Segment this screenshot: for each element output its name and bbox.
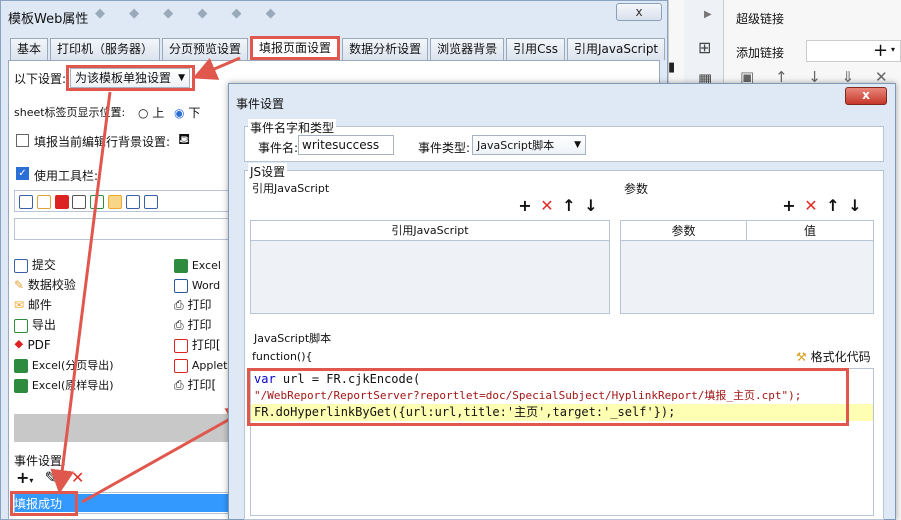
script-label: JavaScript脚本 bbox=[254, 332, 332, 345]
move-down-icon[interactable]: ↓ bbox=[844, 196, 866, 215]
event-type-value: JavaScript脚本 bbox=[477, 139, 555, 152]
move-up-icon[interactable]: ↑ bbox=[822, 196, 844, 215]
function-header: function(){ bbox=[252, 350, 313, 363]
arrow-tab-to-combo bbox=[192, 56, 241, 80]
event-name-field[interactable]: writesuccess bbox=[298, 135, 394, 155]
add-icon[interactable]: + bbox=[778, 196, 800, 215]
code-line-1: var url = FR.cjkEncode( bbox=[254, 372, 421, 386]
move-down-icon[interactable]: ↓ bbox=[580, 196, 602, 215]
params-toolbar: + ✕ ↑ ↓ bbox=[778, 196, 866, 215]
event-name-value: writesuccess bbox=[302, 138, 380, 152]
delete-icon[interactable]: ✕ bbox=[536, 196, 558, 215]
ref-js-label: 引用JavaScript bbox=[252, 182, 330, 195]
code-line-2: "/WebReport/ReportServer?reportlet=doc/S… bbox=[254, 389, 802, 402]
value-column-header[interactable]: 值 bbox=[747, 221, 873, 241]
event-type-combo[interactable]: JavaScript脚本 ▼ bbox=[472, 135, 586, 155]
event-name-label: 事件名: bbox=[258, 141, 299, 155]
arrow-event-to-code bbox=[81, 407, 252, 504]
dialog-title: 事件设置 bbox=[236, 97, 285, 111]
add-icon[interactable]: + bbox=[514, 196, 536, 215]
js-settings-group-label: JS设置 bbox=[248, 163, 288, 180]
name-type-group-label: 事件名字和类型 bbox=[248, 119, 337, 136]
broom-icon: ⚒ bbox=[796, 350, 807, 364]
params-column-header[interactable]: 参数 bbox=[621, 221, 747, 241]
chevron-down-icon: ▼ bbox=[574, 140, 581, 150]
event-type-label: 事件类型: bbox=[418, 141, 471, 155]
format-code-label: 格式化代码 bbox=[810, 350, 871, 364]
arrow-combo-to-event bbox=[50, 91, 112, 494]
code-line-3: FR.doHyperlinkByGet({url:url,title:'主页',… bbox=[254, 405, 676, 419]
ref-js-column-header[interactable]: 引用JavaScript bbox=[251, 221, 609, 241]
code-line-1-text: url = FR.cjkEncode( bbox=[282, 372, 421, 386]
params-table: 参数 值 bbox=[620, 220, 874, 314]
move-up-icon[interactable]: ↑ bbox=[558, 196, 580, 215]
ref-js-toolbar: + ✕ ↑ ↓ bbox=[514, 196, 602, 215]
dialog-close-button[interactable]: x bbox=[845, 87, 887, 105]
params-label: 参数 bbox=[624, 182, 649, 196]
delete-icon[interactable]: ✕ bbox=[800, 196, 822, 215]
ref-js-table: 引用JavaScript bbox=[250, 220, 610, 314]
format-code-button[interactable]: ⚒ 格式化代码 bbox=[796, 348, 871, 365]
